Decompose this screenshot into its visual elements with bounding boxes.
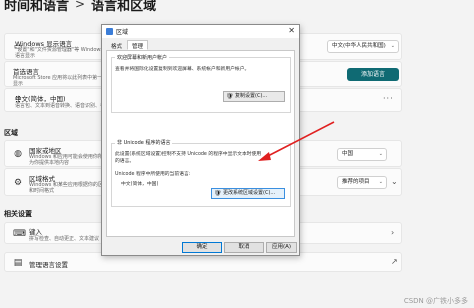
annotation-arrow-line bbox=[265, 121, 335, 158]
watermark: CSDN @广铁小多多 bbox=[403, 297, 468, 305]
annotation-arrow-head bbox=[258, 152, 271, 161]
annotation-arrow bbox=[258, 121, 335, 161]
